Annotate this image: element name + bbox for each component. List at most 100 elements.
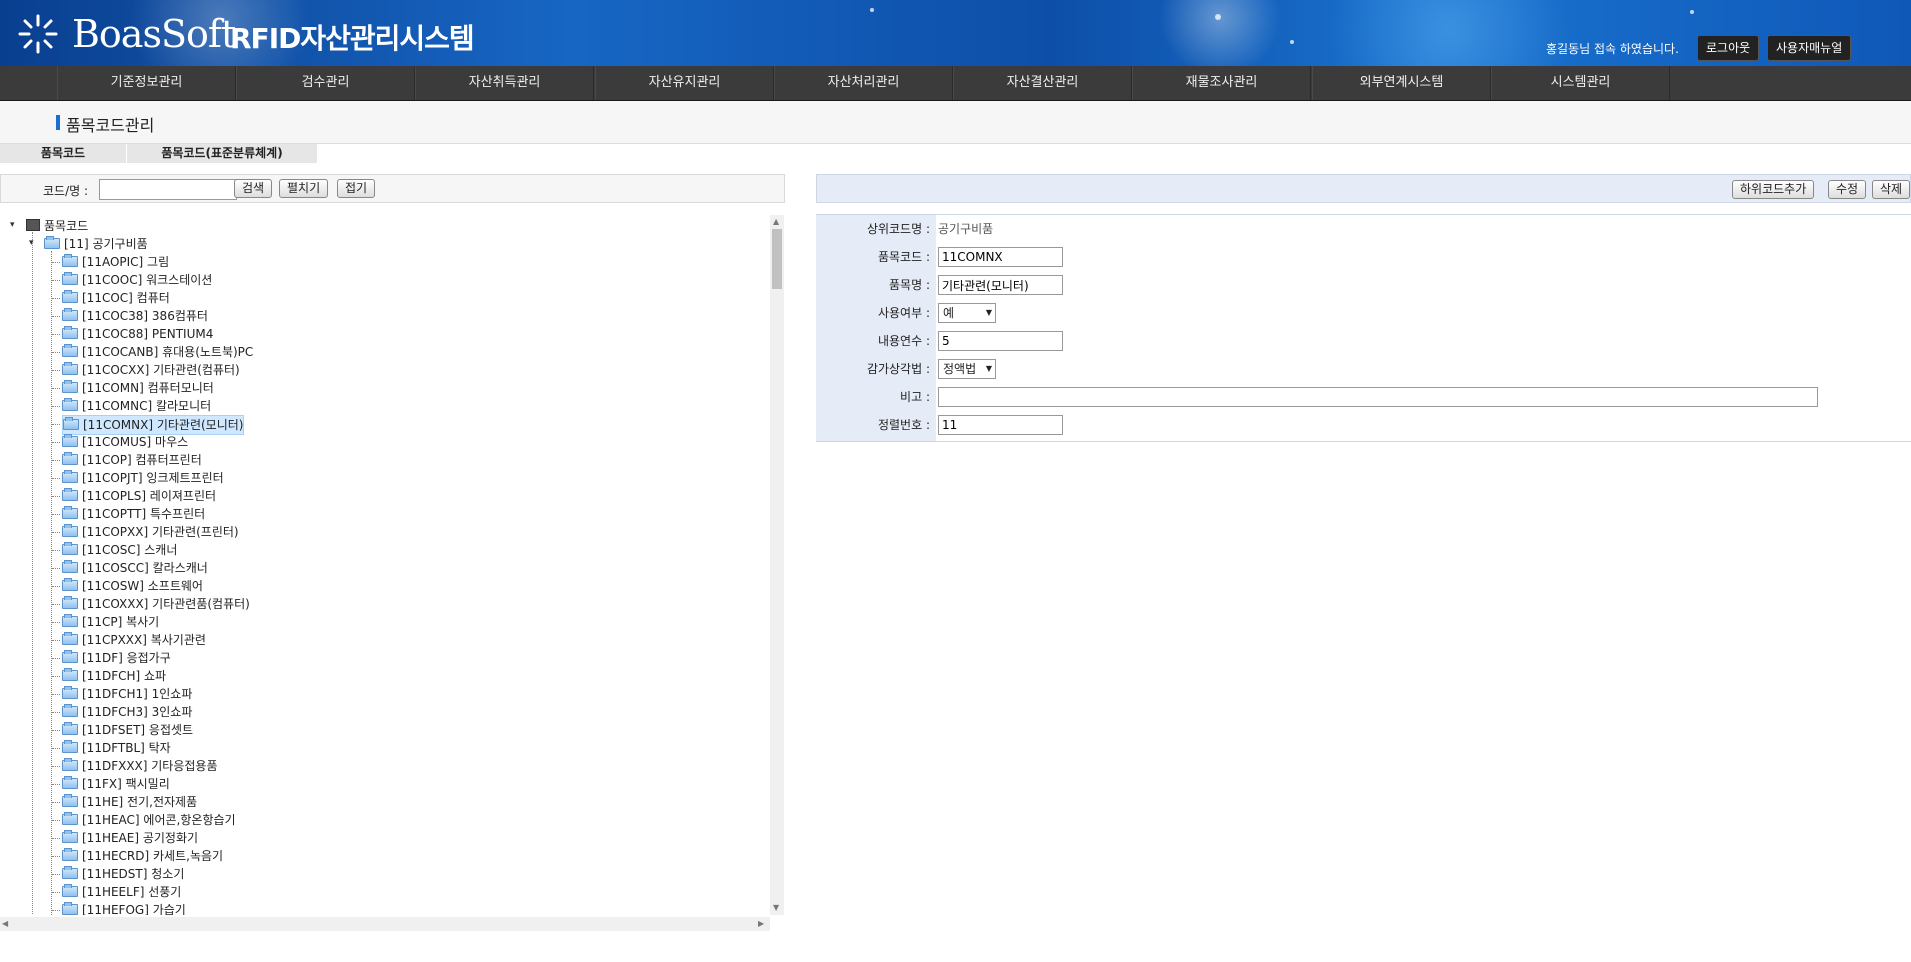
tree-item[interactable]: [11DFCH1] 1인쇼파 bbox=[62, 685, 192, 703]
folder-icon bbox=[62, 506, 78, 519]
tree-item[interactable]: [11HEELF] 선풍기 bbox=[62, 883, 181, 901]
decor-dot bbox=[1690, 10, 1694, 14]
tree-vertical-scrollbar[interactable]: ▲ ▼ bbox=[770, 215, 784, 915]
sort-order-input[interactable] bbox=[938, 415, 1063, 435]
tree-item-label: [11FX] 팩시밀리 bbox=[82, 777, 170, 791]
tree-root[interactable]: 품목코드 bbox=[26, 217, 88, 235]
tree-item[interactable]: [11COCANB] 휴대용(노트북)PC bbox=[62, 343, 253, 361]
tree-item[interactable]: [11HE] 전기,전자제품 bbox=[62, 793, 197, 811]
nav-item[interactable]: 시스템관리 bbox=[1491, 66, 1670, 100]
tree-item-label: [11COSW] 소프트웨어 bbox=[82, 579, 203, 593]
tree-item-label: [11DFXXX] 기타응접용품 bbox=[82, 759, 218, 773]
nav-item[interactable]: 자산유지관리 bbox=[595, 66, 774, 100]
tree-item[interactable]: [11FX] 팩시밀리 bbox=[62, 775, 170, 793]
tree-item[interactable]: [11AOPIC] 그림 bbox=[62, 253, 169, 271]
folder-icon bbox=[62, 362, 78, 375]
tab-item-code[interactable]: 품목코드 bbox=[0, 144, 127, 163]
tree-item[interactable]: [11COSCC] 칼라스캐너 bbox=[62, 559, 208, 577]
scroll-left-icon[interactable]: ◀ bbox=[2, 919, 8, 928]
folder-icon bbox=[62, 794, 78, 807]
logout-button[interactable]: 로그아웃 bbox=[1697, 35, 1760, 61]
tree-item[interactable]: [11HEDST] 청소기 bbox=[62, 865, 184, 883]
tree-item[interactable]: [11COPTT] 특수프린터 bbox=[62, 505, 205, 523]
tree-connector bbox=[52, 748, 60, 749]
tree-item-label: [11COPTT] 특수프린터 bbox=[82, 507, 206, 521]
search-label: 코드/명 : bbox=[43, 184, 89, 198]
service-life-input[interactable] bbox=[938, 331, 1063, 351]
nav-item[interactable]: 자산결산관리 bbox=[953, 66, 1132, 100]
search-input[interactable] bbox=[99, 179, 237, 200]
tree-item[interactable]: [11COSC] 스캐너 bbox=[62, 541, 177, 559]
tree-item[interactable]: [11DFCH3] 3인쇼파 bbox=[62, 703, 192, 721]
delete-button[interactable]: 삭제 bbox=[1872, 180, 1911, 199]
tree-item-selected[interactable]: [11COMNX] 기타관련(모니터) bbox=[62, 415, 245, 435]
nav-item[interactable]: 재물조사관리 bbox=[1132, 66, 1311, 100]
tab-item-code-standard[interactable]: 품목코드(표준분류체계) bbox=[127, 144, 318, 163]
tree-item[interactable]: [11COC] 컴퓨터 bbox=[62, 289, 170, 307]
nav-item[interactable]: 외부연계시스템 bbox=[1312, 66, 1491, 100]
scroll-down-icon[interactable]: ▼ bbox=[773, 903, 779, 912]
tree-item[interactable]: [11COOC] 워크스테이션 bbox=[62, 271, 212, 289]
folder-icon bbox=[62, 398, 78, 411]
tree-item[interactable]: [11DFSET] 응접셋트 bbox=[62, 721, 193, 739]
tree-item[interactable]: [11COCXX] 기타관련(컴퓨터) bbox=[62, 361, 240, 379]
folder-icon bbox=[62, 452, 78, 465]
expand-button[interactable]: 펼치기 bbox=[279, 179, 329, 198]
tree-item[interactable]: [11CPXXX] 복사기관련 bbox=[62, 631, 206, 649]
tree-item[interactable]: [11COSW] 소프트웨어 bbox=[62, 577, 203, 595]
tree-toggle-icon[interactable]: ▾ bbox=[10, 220, 15, 230]
user-manual-button[interactable]: 사용자매뉴얼 bbox=[1767, 35, 1852, 61]
tree-item[interactable]: [11HECRD] 카세트,녹음기 bbox=[62, 847, 223, 865]
tree-item-label: [11CP] 복사기 bbox=[82, 615, 160, 629]
tree-item[interactable]: [11COPLS] 레이져프린터 bbox=[62, 487, 216, 505]
scroll-up-icon[interactable]: ▲ bbox=[773, 217, 779, 226]
tree-item[interactable]: [11COC88] PENTIUM4 bbox=[62, 325, 213, 343]
tree-item[interactable]: [11DFCH] 쇼파 bbox=[62, 667, 166, 685]
add-child-code-button[interactable]: 하위코드추가 bbox=[1732, 180, 1815, 199]
tree-item[interactable]: [11DF] 응접가구 bbox=[62, 649, 171, 667]
form-row-life: 내용연수 : bbox=[816, 327, 1911, 355]
tree-item[interactable]: [11DFXXX] 기타응접용품 bbox=[62, 757, 218, 775]
tree-item[interactable]: [11COPJT] 잉크제트프린터 bbox=[62, 469, 224, 487]
folder-icon bbox=[62, 308, 78, 321]
note-input[interactable] bbox=[938, 387, 1818, 407]
tree-item[interactable]: [11COMUS] 마우스 bbox=[62, 433, 188, 451]
item-name-input[interactable] bbox=[938, 275, 1063, 295]
tree-item[interactable]: [11HEAE] 공기정화기 bbox=[62, 829, 198, 847]
use-select[interactable]: 예 bbox=[938, 303, 996, 323]
item-code-input[interactable] bbox=[938, 247, 1063, 267]
item-code-label: 품목코드 : bbox=[877, 250, 930, 264]
tree-guide-line bbox=[32, 232, 33, 915]
tree-item-label: [11COC88] PENTIUM4 bbox=[82, 327, 214, 341]
tree-toggle-icon[interactable]: ▾ bbox=[29, 238, 34, 248]
tree-item[interactable]: [11COPXX] 기타관련(프린터) bbox=[62, 523, 239, 541]
tree-item[interactable]: [11HEFOG] 가습기 bbox=[62, 901, 186, 915]
collapse-button[interactable]: 접기 bbox=[337, 179, 376, 198]
edit-button[interactable]: 수정 bbox=[1828, 180, 1867, 199]
search-button[interactable]: 검색 bbox=[234, 179, 273, 198]
tree-horizontal-scrollbar[interactable]: ◀ ▶ bbox=[0, 917, 770, 931]
tree-item-label: [11COMN] 컴퓨터모니터 bbox=[82, 381, 214, 395]
depreciation-select[interactable]: 정액법 bbox=[938, 359, 996, 379]
tree-item[interactable]: [11COMNC] 칼라모니터 bbox=[62, 397, 211, 415]
tree-item[interactable]: [11DFTBL] 탁자 bbox=[62, 739, 171, 757]
decor-dot bbox=[1215, 14, 1221, 20]
tree-item-label: [11COOC] 워크스테이션 bbox=[82, 273, 213, 287]
tree-item[interactable]: [11CP] 복사기 bbox=[62, 613, 159, 631]
scroll-right-icon[interactable]: ▶ bbox=[758, 919, 764, 928]
tree-item[interactable]: [11COC38] 386컴퓨터 bbox=[62, 307, 208, 325]
scroll-thumb[interactable] bbox=[772, 229, 782, 289]
nav-item[interactable]: 검수관리 bbox=[236, 66, 415, 100]
tree-group[interactable]: [11] 공기구비품 bbox=[44, 235, 148, 253]
tree-item[interactable]: [11HEAC] 에어콘,항온항습기 bbox=[62, 811, 236, 829]
tree-item[interactable]: [11COP] 컴퓨터프린터 bbox=[62, 451, 202, 469]
tree-item-label: [11COMNC] 칼라모니터 bbox=[82, 399, 212, 413]
tree-item[interactable]: [11COMN] 컴퓨터모니터 bbox=[62, 379, 214, 397]
decor-dot bbox=[870, 8, 874, 12]
tree-connector bbox=[52, 676, 60, 677]
tree-connector bbox=[52, 766, 60, 767]
tree-item[interactable]: [11COXXX] 기타관련품(컴퓨터) bbox=[62, 595, 250, 613]
nav-item[interactable]: 기준정보관리 bbox=[57, 66, 236, 100]
nav-item[interactable]: 자산취득관리 bbox=[415, 66, 594, 100]
nav-item[interactable]: 자산처리관리 bbox=[774, 66, 953, 100]
